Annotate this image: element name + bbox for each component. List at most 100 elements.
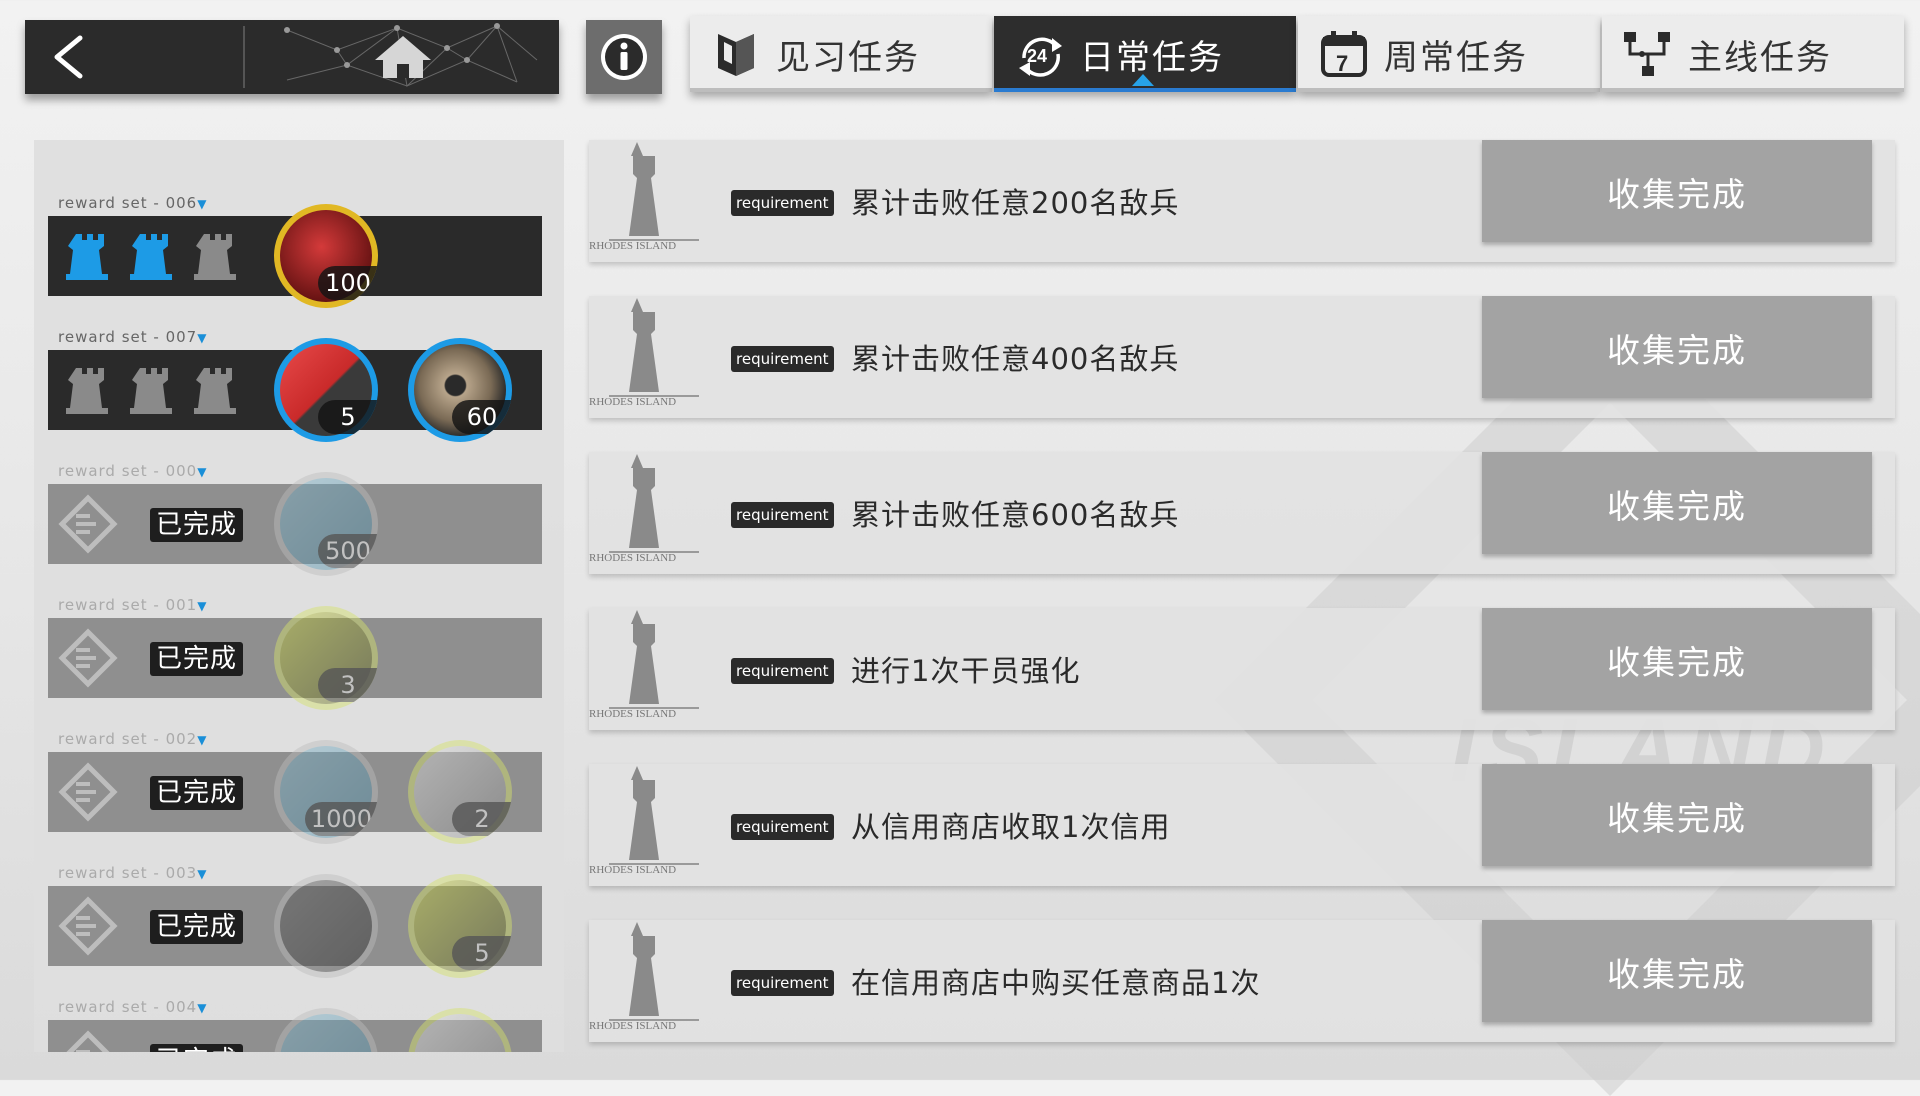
reward-set-label: reward set - 004▼: [58, 998, 208, 1016]
collect-complete-button[interactable]: 收集完成: [1482, 452, 1872, 554]
reward-quantity: 2: [452, 802, 512, 836]
task-row: RHODES ISLAND requirement 累计击败任意400名敌兵 收…: [589, 296, 1895, 418]
reward-item-purchase-certificate[interactable]: 5: [274, 338, 378, 442]
tab-label: 见习任务: [776, 38, 920, 78]
flowchart-icon: [1624, 32, 1670, 76]
tab-label: 周常任务: [1384, 38, 1528, 78]
rhodes-island-logo-icon: [58, 762, 118, 822]
reward-set-bar: 已完成 1000 2: [48, 740, 542, 844]
task-description: 从信用商店收取1次信用: [851, 810, 1171, 844]
reward-quantity: 5: [452, 936, 512, 970]
rook-progress-icon: [194, 368, 236, 414]
rook-progress-icon: [66, 368, 108, 414]
tab-daily-tasks[interactable]: 24 日常任务: [994, 16, 1296, 92]
rhodes-island-logo-text: RHODES ISLAND: [589, 864, 677, 876]
collect-complete-button[interactable]: 收集完成: [1482, 608, 1872, 710]
lmd-icon: [280, 1014, 372, 1052]
top-nav-bar: [25, 20, 559, 94]
rhodes-island-logo-text: RHODES ISLAND: [589, 240, 677, 252]
requirement-tag: requirement: [731, 970, 834, 996]
task-description: 累计击败任意200名敌兵: [851, 186, 1180, 220]
info-button[interactable]: [586, 20, 662, 94]
collect-complete-button[interactable]: 收集完成: [1482, 764, 1872, 866]
collect-complete-button[interactable]: 收集完成: [1482, 920, 1872, 1022]
requirement-tag: requirement: [731, 502, 834, 528]
task-description: 累计击败任意600名敌兵: [851, 498, 1180, 532]
requirement-tag: requirement: [731, 814, 834, 840]
requirement-tag: requirement: [731, 658, 834, 684]
rhodes-island-logo-text: RHODES ISLAND: [589, 708, 677, 720]
reward-set-label: reward set - 001▼: [58, 596, 208, 614]
collect-button-label: 收集完成: [1607, 643, 1747, 682]
task-description: 进行1次干员强化: [851, 654, 1081, 688]
tab-trainee-tasks[interactable]: 见习任务: [690, 16, 992, 92]
gadget-icon: [414, 1014, 506, 1052]
rook-progress-icon: [66, 234, 108, 280]
info-icon: [601, 34, 647, 80]
collect-button-label: 收集完成: [1607, 955, 1747, 994]
rhodes-island-logo-text: RHODES ISLAND: [589, 552, 677, 564]
rhodes-island-logo-icon: [58, 628, 118, 688]
tab-label: 主线任务: [1688, 38, 1832, 78]
tab-label: 日常任务: [1080, 38, 1224, 78]
task-description: 累计击败任意400名敌兵: [851, 342, 1180, 376]
reward-item-lmd[interactable]: [274, 1008, 378, 1052]
collect-complete-button[interactable]: 收集完成: [1482, 296, 1872, 398]
reward-set-panel: reward set - 006▼ 100 reward set - 007▼ …: [34, 140, 564, 1052]
task-row: RHODES ISLAND requirement 进行1次干员强化 收集完成: [589, 608, 1895, 730]
reward-item-exp-card[interactable]: 100: [274, 204, 378, 308]
tab-main-tasks[interactable]: 主线任务: [1602, 16, 1904, 92]
reward-item-lmd[interactable]: 500: [274, 472, 378, 576]
reward-quantity: 3: [318, 668, 378, 702]
task-tabs: 见习任务 24 日常任务 7 周常任务 主线任务: [690, 16, 1906, 94]
reward-set-bar: 已完成 500: [48, 472, 542, 576]
reward-set-label: reward set - 007▼: [58, 328, 208, 346]
rhodes-island-logo-text: RHODES ISLAND: [589, 396, 677, 408]
rhodes-island-logo-text: RHODES ISLAND: [589, 1020, 677, 1032]
reward-item-hex-nut[interactable]: 60: [408, 338, 512, 442]
active-tab-indicator: [1132, 74, 1154, 86]
reward-quantity: 1000: [304, 802, 378, 836]
rhodes-island-logo-icon: [66, 1030, 110, 1052]
task-row: RHODES ISLAND requirement 从信用商店收取1次信用 收集…: [589, 764, 1895, 886]
home-button[interactable]: [247, 20, 559, 94]
reward-item-box[interactable]: [274, 874, 378, 978]
reward-set-bar: 100: [48, 204, 542, 308]
home-icon: [284, 23, 538, 88]
reward-set-bar: 5 60: [48, 338, 542, 442]
completed-badge: 已完成: [150, 1044, 244, 1052]
shield-book-icon: [718, 34, 754, 76]
24h-refresh-icon: 24: [1019, 37, 1062, 77]
reward-item-battle-record[interactable]: 5: [408, 874, 512, 978]
reward-set-bar: 已完成: [48, 1008, 542, 1052]
rook-progress-icon: [194, 234, 236, 280]
collect-complete-button[interactable]: 收集完成: [1482, 140, 1872, 242]
reward-set-label: reward set - 006▼: [58, 194, 208, 212]
task-description: 在信用商店中购买任意商品1次: [851, 966, 1261, 1000]
rhodes-island-logo-icon: [58, 494, 118, 554]
completed-badge: 已完成: [150, 910, 244, 944]
requirement-tag: requirement: [731, 190, 834, 216]
completed-badge: 已完成: [150, 642, 244, 676]
collect-button-label: 收集完成: [1607, 487, 1747, 526]
calendar-7-icon: 7: [1321, 31, 1367, 77]
task-row: RHODES ISLAND requirement 累计击败任意600名敌兵 收…: [589, 452, 1895, 574]
reward-set-bar: 已完成 5: [48, 874, 542, 978]
completed-badge: 已完成: [150, 776, 244, 810]
back-button[interactable]: [25, 20, 243, 94]
collect-button-label: 收集完成: [1607, 331, 1747, 370]
reward-set-label: reward set - 000▼: [58, 462, 208, 480]
tab-weekly-tasks[interactable]: 7 周常任务: [1298, 16, 1600, 92]
svg-text:7: 7: [1336, 51, 1348, 76]
reward-item-gadget[interactable]: 2: [408, 740, 512, 844]
reward-item-lmd[interactable]: 1000: [274, 740, 378, 844]
reward-quantity: 500: [318, 534, 378, 568]
reward-item-gadget[interactable]: [408, 1008, 512, 1052]
reward-quantity: 5: [318, 400, 378, 434]
task-row: RHODES ISLAND requirement 累计击败任意200名敌兵 收…: [589, 140, 1895, 262]
rhodes-island-logo-icon: [58, 896, 118, 956]
requirement-tag: requirement: [731, 346, 834, 372]
collect-button-label: 收集完成: [1607, 799, 1747, 838]
reward-set-bar: 已完成 3: [48, 606, 542, 710]
reward-item-battle-record[interactable]: 3: [274, 606, 378, 710]
